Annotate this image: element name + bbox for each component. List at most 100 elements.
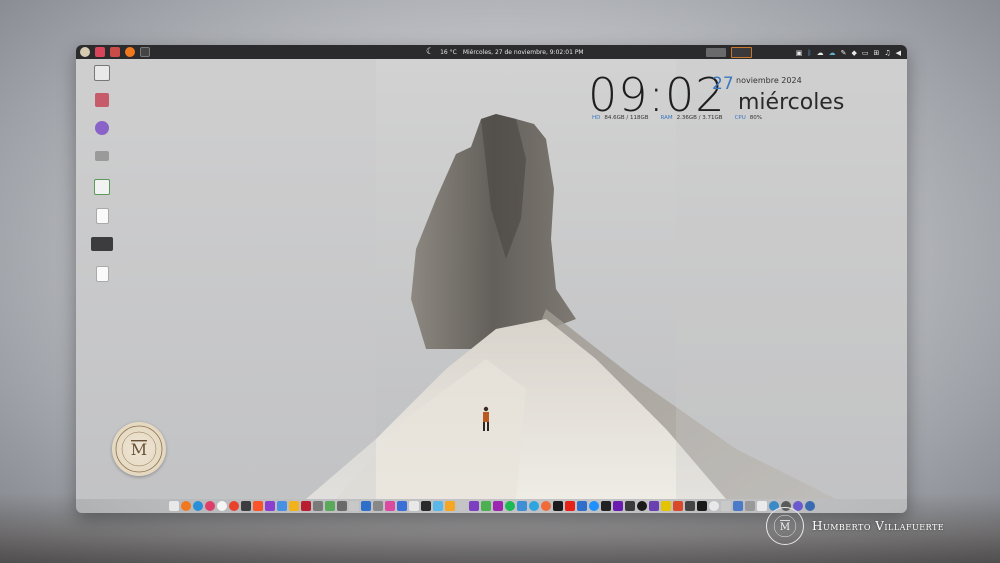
cpu-value: 80% [749, 115, 762, 121]
bluetooth-icon[interactable]: ᛒ [807, 48, 811, 58]
dock-app-icon[interactable] [169, 500, 179, 511]
desktop-icon-photo[interactable] [82, 93, 122, 107]
desktop-icon-screenshot[interactable] [82, 237, 122, 251]
dock-app-icon[interactable] [613, 500, 623, 511]
terminal-icon[interactable] [140, 47, 150, 57]
dock-app-icon[interactable] [433, 500, 443, 511]
weather-icon: ☾ [426, 47, 435, 57]
dock-app-icon[interactable] [277, 500, 287, 511]
cpu-label: CPU [734, 115, 746, 121]
battery-icon[interactable]: ▭ [862, 48, 869, 58]
desktop-icon-trash[interactable] [82, 179, 122, 195]
notes-icon[interactable]: ✎ [841, 48, 847, 58]
dock-app-icon[interactable] [661, 500, 671, 511]
drive-icon [95, 151, 109, 161]
dock-app-icon[interactable] [193, 500, 203, 511]
network-icon[interactable]: ⊞ [873, 48, 879, 58]
dock-app-icon[interactable] [289, 500, 299, 511]
svg-text:M: M [780, 522, 790, 533]
dock-app-icon[interactable] [541, 500, 551, 511]
dock-app-icon[interactable] [265, 500, 275, 511]
dock-app-icon[interactable] [709, 500, 719, 511]
dock-app-icon[interactable] [721, 500, 731, 511]
dock-app-icon[interactable] [601, 500, 611, 511]
conky-time: 09:02 [588, 68, 726, 122]
dock-app-icon[interactable] [505, 500, 515, 511]
dock-app-icon[interactable] [553, 500, 563, 511]
dock-app-icon[interactable] [205, 500, 215, 511]
dock-app-icon[interactable] [481, 500, 491, 511]
workspace-1[interactable] [705, 48, 726, 57]
desktop-icon-computer[interactable] [82, 65, 122, 82]
desktop-icon-drive[interactable] [82, 151, 122, 161]
shield-app-icon [95, 121, 109, 135]
dock-app-icon[interactable] [517, 500, 527, 511]
dock-app-icon[interactable] [649, 500, 659, 511]
dock-app-icon[interactable] [373, 500, 383, 511]
dock-app-icon[interactable] [409, 500, 419, 511]
dock-app-icon[interactable] [493, 500, 503, 511]
dock-app-icon[interactable] [697, 500, 707, 511]
author-watermark: M Humberto Villafuerte [766, 507, 944, 545]
dock-app-icon[interactable] [637, 500, 647, 511]
dock-app-icon[interactable] [385, 500, 395, 511]
dock-app-icon[interactable] [229, 500, 239, 511]
conky-weekday: miércoles [738, 90, 845, 115]
dock-app-icon[interactable] [745, 500, 755, 511]
cloud-icon[interactable]: ☁ [817, 48, 824, 58]
dock-app-icon[interactable] [589, 500, 599, 511]
weather-temp: 16 °C [440, 48, 457, 56]
dock-app-icon[interactable] [469, 500, 479, 511]
desktop-icon-document[interactable] [82, 208, 122, 224]
watermark-seal-logo: M [766, 507, 804, 545]
dock-app-icon[interactable] [445, 500, 455, 511]
text-file-icon [95, 266, 109, 282]
dock-app-icon[interactable] [217, 500, 227, 511]
dock-app-icon[interactable] [301, 500, 311, 511]
dock-app-icon[interactable] [361, 500, 371, 511]
dock-app-icon[interactable] [349, 500, 359, 511]
computer-icon [94, 65, 110, 81]
dock-app-icon[interactable] [685, 500, 695, 511]
dock-app-icon[interactable] [325, 500, 335, 511]
panel-datetime[interactable]: Miércoles, 27 de noviembre, 9:02:01 PM [463, 49, 584, 56]
dropbox-icon[interactable]: ◆ [851, 48, 856, 58]
dock-app-icon[interactable] [421, 500, 431, 511]
dock-app-icon[interactable] [529, 500, 539, 511]
dock-app-icon[interactable] [733, 500, 743, 511]
app-menu-icon[interactable] [80, 47, 90, 57]
trash-icon [94, 179, 110, 195]
dock-app-icon[interactable] [241, 500, 251, 511]
dock-app-icon[interactable] [565, 500, 575, 511]
ram-label: RAM [660, 115, 673, 121]
dock-app-icon[interactable] [577, 500, 587, 511]
screenshot-file-icon [91, 237, 113, 251]
firefox-icon[interactable] [125, 47, 135, 57]
system-tray: ▣ ᛒ ☁ ☁ ✎ ◆ ▭ ⊞ ♫ ◀ [705, 47, 901, 58]
volume-icon[interactable]: ◀ [896, 48, 901, 58]
workspace-2[interactable] [730, 47, 752, 58]
svg-text:M: M [131, 440, 147, 459]
dock-app-icon[interactable] [181, 500, 191, 511]
conky-stats: HD 84.6GB / 118GB RAM 2.36GB / 3.71GB CP… [592, 115, 762, 121]
sync-icon[interactable]: ☁ [829, 48, 836, 58]
music-icon[interactable]: ♫ [884, 48, 890, 58]
dock-app-icon[interactable] [625, 500, 635, 511]
screenshot-app-icon[interactable] [95, 47, 105, 57]
dock-app-icon[interactable] [337, 500, 347, 511]
desktop-screen: ☾ 16 °C Miércoles, 27 de noviembre, 9:02… [76, 45, 907, 513]
files-app-icon[interactable] [110, 47, 120, 57]
desktop-icon-text-file[interactable] [82, 266, 122, 282]
dock-app-icon[interactable] [457, 500, 467, 511]
conky-day: 27 [712, 74, 734, 94]
desktop-icon-shield[interactable] [82, 121, 122, 135]
desktop-seal-logo: M [112, 422, 166, 476]
photo-app-icon [95, 93, 109, 107]
dock-app-icon[interactable] [673, 500, 683, 511]
panel-clock-area: ☾ 16 °C Miércoles, 27 de noviembre, 9:02… [426, 47, 584, 57]
dock-app-icon[interactable] [313, 500, 323, 511]
dock-app-icon[interactable] [397, 500, 407, 511]
clipboard-icon[interactable]: ▣ [796, 48, 803, 58]
dock-app-icon[interactable] [253, 500, 263, 511]
ram-value: 2.36GB / 3.71GB [676, 115, 723, 121]
